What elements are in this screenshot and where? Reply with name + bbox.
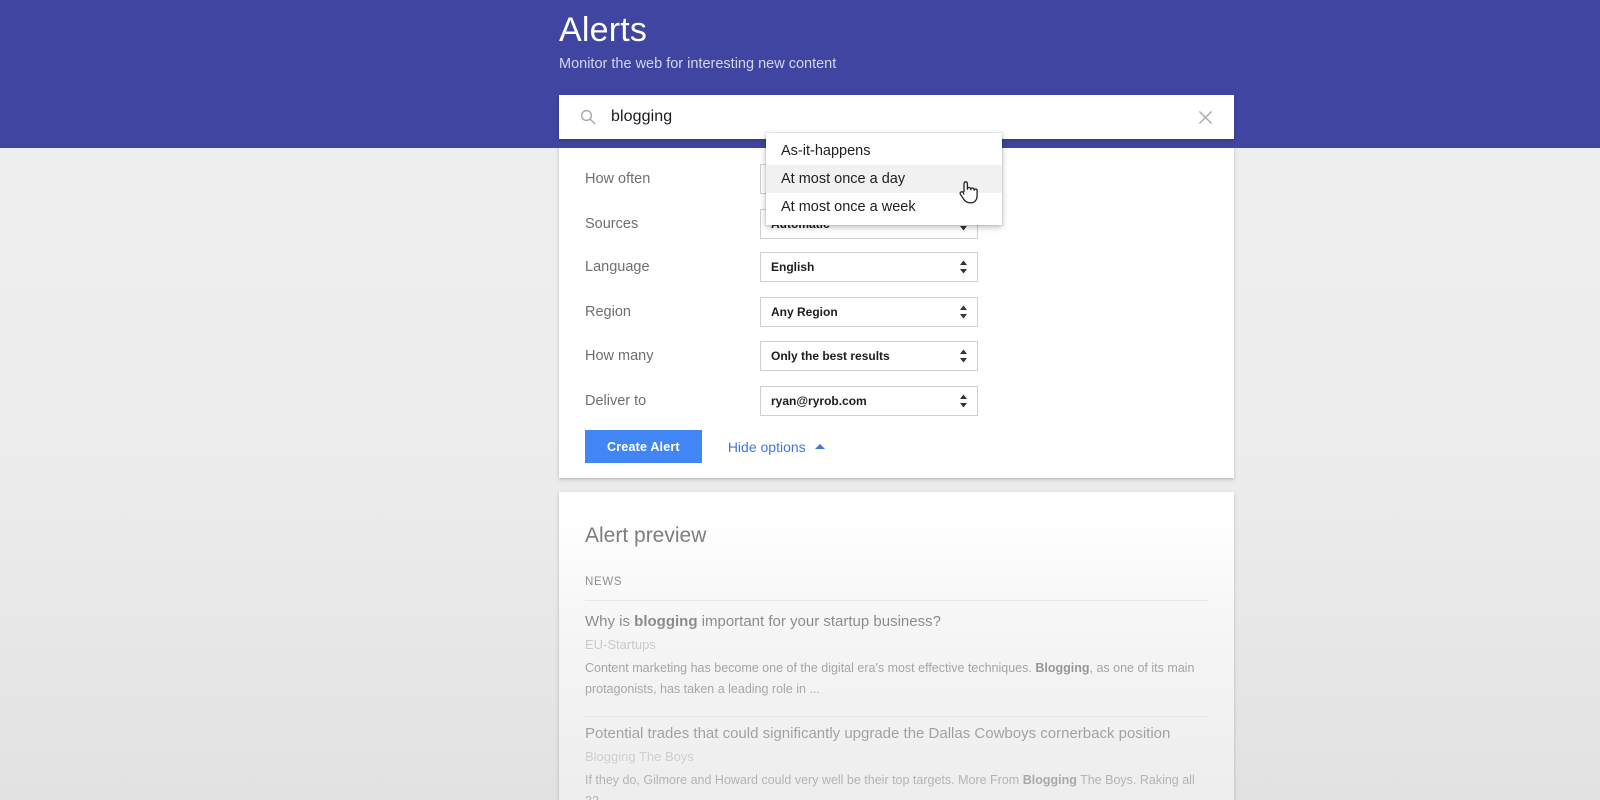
result-title-part: Potential trades that could significantl… xyxy=(585,725,1170,742)
form-actions: Create Alert Hide options xyxy=(585,430,825,463)
option-label-region: Region xyxy=(585,304,760,320)
preview-result-item[interactable]: Potential trades that could significantl… xyxy=(585,723,1210,800)
option-label-how-often: How often xyxy=(585,171,760,187)
result-snippet-highlight: Blogging xyxy=(1035,661,1089,675)
search-input[interactable]: blogging xyxy=(611,108,1197,126)
result-snippet-highlight: Blogging xyxy=(1023,773,1077,787)
preview-section-label-news: NEWS xyxy=(585,576,622,588)
option-label-deliver-to: Deliver to xyxy=(585,393,760,409)
stepper-icon xyxy=(959,305,968,320)
hide-options-link[interactable]: Hide options xyxy=(728,439,825,455)
result-title[interactable]: Potential trades that could significantl… xyxy=(585,723,1210,745)
result-snippet-part: If they do, Gilmore and Howard could ver… xyxy=(585,773,1023,787)
result-source: EU-Startups xyxy=(585,634,1210,655)
deliver-to-value: ryan@ryrob.com xyxy=(771,394,867,408)
option-row-language: Language English xyxy=(585,252,1205,282)
option-label-language: Language xyxy=(585,259,760,275)
dropdown-item-at-most-once-a-day[interactable]: At most once a day xyxy=(766,165,1002,193)
page-subtitle: Monitor the web for interesting new cont… xyxy=(559,54,1259,74)
alert-preview-card: Alert preview NEWS Why is blogging impor… xyxy=(559,492,1234,800)
option-row-how-many: How many Only the best results xyxy=(585,341,1205,371)
preview-result-item[interactable]: Why is blogging important for your start… xyxy=(585,611,1210,700)
region-value: Any Region xyxy=(771,305,838,319)
create-alert-button[interactable]: Create Alert xyxy=(585,430,702,463)
result-snippet: Content marketing has become one of the … xyxy=(585,658,1210,700)
region-select[interactable]: Any Region xyxy=(760,297,978,327)
stepper-icon xyxy=(959,260,968,275)
option-label-sources: Sources xyxy=(585,216,760,232)
how-many-value: Only the best results xyxy=(771,349,890,363)
page-title: Alerts xyxy=(559,8,1259,52)
caret-up-icon xyxy=(815,444,825,449)
preview-divider xyxy=(585,600,1208,601)
result-snippet-part: Content marketing has become one of the … xyxy=(585,661,1035,675)
option-label-how-many: How many xyxy=(585,348,760,364)
close-icon[interactable] xyxy=(1197,109,1214,126)
stepper-icon xyxy=(959,349,968,364)
result-snippet: If they do, Gilmore and Howard could ver… xyxy=(585,770,1210,800)
search-icon xyxy=(579,108,597,126)
language-value: English xyxy=(771,260,814,274)
preview-divider xyxy=(585,716,1208,717)
language-select[interactable]: English xyxy=(760,252,978,282)
result-title-part: important for your startup business? xyxy=(697,613,940,630)
deliver-to-select[interactable]: ryan@ryrob.com xyxy=(760,386,978,416)
how-many-select[interactable]: Only the best results xyxy=(760,341,978,371)
option-row-deliver-to: Deliver to ryan@ryrob.com xyxy=(585,386,1205,416)
alert-preview-title: Alert preview xyxy=(585,524,706,548)
result-title-highlight: blogging xyxy=(634,613,697,630)
dropdown-item-at-most-once-a-week[interactable]: At most once a week xyxy=(766,193,1002,221)
result-title[interactable]: Why is blogging important for your start… xyxy=(585,611,1210,633)
result-source: Blogging The Boys xyxy=(585,746,1210,767)
dropdown-item-as-it-happens[interactable]: As-it-happens xyxy=(766,137,1002,165)
how-often-dropdown-menu[interactable]: As-it-happens At most once a day At most… xyxy=(766,133,1002,225)
result-title-part: Why is xyxy=(585,613,634,630)
google-alerts-page: Alerts Monitor the web for interesting n… xyxy=(0,0,1600,800)
stepper-icon xyxy=(959,394,968,409)
hide-options-label: Hide options xyxy=(728,439,806,455)
option-row-region: Region Any Region xyxy=(585,297,1205,327)
